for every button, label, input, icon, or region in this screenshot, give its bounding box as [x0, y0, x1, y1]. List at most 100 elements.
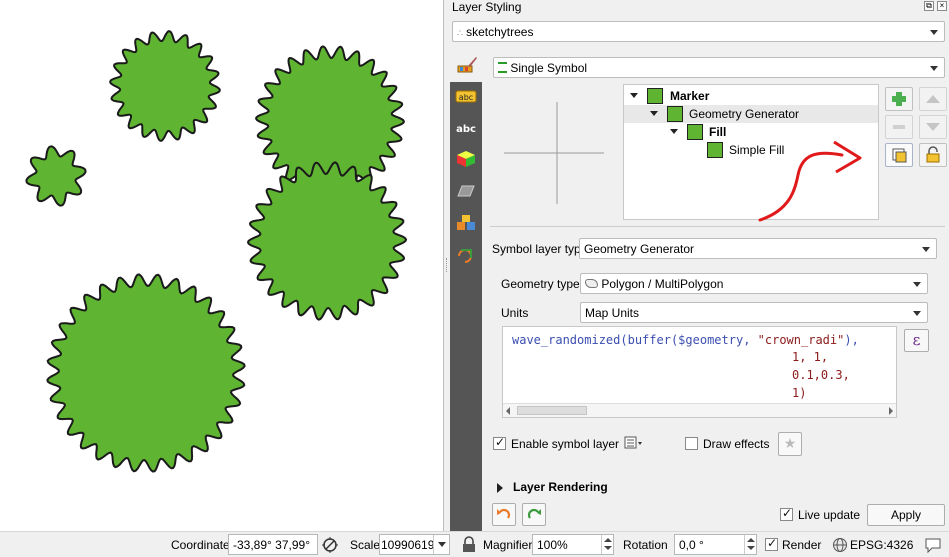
collapse-arrow-icon[interactable]	[497, 483, 503, 493]
redo-button[interactable]	[522, 503, 546, 526]
draw-effects-label: Draw effects	[703, 437, 770, 451]
expression-line-3: 0.1,0.3,	[792, 368, 850, 382]
rotation-label: Rotation	[623, 538, 668, 552]
expression-line-2: 1, 1,	[792, 350, 829, 364]
live-update-checkbox[interactable]	[780, 506, 793, 521]
geometry-generator-swatch-icon	[667, 106, 683, 122]
history-icon[interactable]	[455, 246, 477, 264]
chevron-down-icon	[913, 282, 921, 287]
magnifier-spinbox[interactable]: 100%	[532, 534, 614, 555]
move-down-button[interactable]	[919, 115, 947, 139]
messages-icon[interactable]	[923, 536, 943, 554]
enable-symbol-layer-label: Enable symbol layer	[511, 437, 620, 451]
scroll-right-icon[interactable]	[889, 407, 893, 415]
geometry-type-label: Geometry type	[501, 277, 580, 291]
units-select[interactable]: Map Units	[580, 302, 928, 323]
expand-arrow-icon[interactable]	[630, 93, 638, 98]
diagrams-icon[interactable]	[455, 182, 477, 200]
arrow-up-icon	[926, 95, 940, 103]
scale-dropdown[interactable]	[433, 535, 449, 554]
horizontal-scrollbar[interactable]	[503, 403, 896, 417]
scrollbar-thumb[interactable]	[517, 406, 587, 415]
coordinate-field[interactable]: -33,89° 37,99°	[228, 534, 318, 555]
draw-effects-checkbox[interactable]	[685, 437, 698, 450]
apply-button[interactable]: Apply	[867, 504, 945, 526]
symbol-layer-type-value: Geometry Generator	[584, 242, 695, 256]
expression-line-4: 1)	[792, 386, 807, 400]
scroll-left-icon[interactable]	[506, 407, 510, 415]
geometry-type-select[interactable]: Polygon / MultiPolygon	[580, 273, 928, 294]
layer-select[interactable]: ∴ sketchytrees	[452, 21, 945, 42]
expression-line-1: wave_randomized(buffer($geometry, "crown…	[512, 333, 859, 347]
units-label: Units	[501, 306, 529, 320]
star-icon: ★	[783, 435, 797, 451]
globe-icon[interactable]	[832, 537, 848, 553]
lock-scale-icon[interactable]	[461, 536, 477, 554]
layer-rendering-header[interactable]: Layer Rendering	[513, 480, 608, 494]
coordinate-value: -33,89° 37,99°	[233, 538, 310, 552]
tree-label-marker: Marker	[670, 89, 710, 103]
svg-text:abc: abc	[456, 124, 476, 135]
layer-order-icon[interactable]	[455, 214, 477, 232]
units-value: Map Units	[585, 306, 640, 320]
labels-icon[interactable]: abc	[455, 88, 477, 106]
symbol-preview	[504, 102, 604, 204]
scale-label: Scale	[350, 538, 381, 552]
rotation-spin-icon[interactable]	[744, 535, 756, 554]
expression-builder-button[interactable]: ε	[904, 329, 929, 352]
single-symbol-icon	[498, 62, 507, 73]
dock-title: Layer Styling	[452, 0, 522, 14]
scale-value: 10990619	[381, 538, 435, 552]
layer-styling-dock: Layer Styling ⧉ × ∴ sketchytrees Single …	[450, 0, 949, 531]
symbol-layer-type-select[interactable]: Geometry Generator	[579, 238, 937, 259]
data-defined-override-icon[interactable]	[622, 434, 644, 452]
magnifier-label: Magnifier	[483, 538, 533, 552]
magnifier-value: 100%	[537, 538, 568, 552]
map-svg	[25, 30, 408, 473]
geometry-type-value: Polygon / MultiPolygon	[585, 277, 723, 291]
expand-arrow-icon[interactable]	[670, 129, 678, 134]
toggle-extents-icon[interactable]	[321, 536, 339, 554]
move-up-button[interactable]	[919, 87, 947, 111]
renderer-select-value: Single Symbol	[498, 61, 587, 75]
duplicate-symbol-layer-button[interactable]	[885, 143, 913, 167]
tree-row-geometry-generator[interactable]: Geometry Generator	[624, 105, 878, 123]
paintbrush-icon[interactable]	[456, 54, 478, 76]
arrow-down-icon	[926, 123, 940, 131]
annotation-arrow	[758, 140, 862, 222]
epsilon-icon: ε	[912, 331, 921, 349]
duplicate-icon	[892, 148, 907, 163]
customize-effects-button[interactable]: ★	[778, 432, 802, 456]
render-checkbox[interactable]	[765, 536, 778, 551]
undo-icon	[497, 508, 511, 519]
undo-button[interactable]	[492, 503, 516, 526]
lock-color-button[interactable]	[919, 143, 947, 167]
add-symbol-layer-button[interactable]	[885, 87, 913, 111]
map-canvas[interactable]	[0, 0, 444, 531]
remove-symbol-layer-button[interactable]	[885, 115, 913, 139]
styling-tabs-strip: abc abc	[450, 82, 482, 531]
float-dock-icon[interactable]: ⧉	[924, 1, 934, 11]
render-label: Render	[782, 538, 822, 552]
3d-view-icon[interactable]	[455, 150, 477, 168]
chevron-down-icon	[922, 247, 930, 252]
rotation-spinbox[interactable]: 0,0 °	[674, 534, 757, 555]
renderer-select[interactable]: Single Symbol	[493, 57, 945, 78]
enable-symbol-layer-checkbox[interactable]	[493, 435, 506, 450]
coordinate-label: Coordinate	[171, 538, 230, 552]
tree-row-marker[interactable]: Marker	[624, 87, 878, 105]
expand-arrow-icon[interactable]	[650, 111, 658, 116]
fill-swatch-icon	[687, 124, 703, 140]
svg-text:abc: abc	[459, 93, 473, 102]
close-dock-icon[interactable]: ×	[937, 1, 947, 11]
live-update-label: Live update	[798, 508, 861, 522]
masks-icon[interactable]: abc	[455, 119, 477, 137]
separator	[490, 226, 945, 227]
scale-combo[interactable]: 10990619	[379, 534, 450, 555]
expression-editor[interactable]: wave_randomized(buffer($geometry, "crown…	[502, 326, 897, 418]
tree-crown-1	[109, 30, 221, 142]
polygon-icon	[585, 279, 598, 288]
crs-label[interactable]: EPSG:4326	[850, 538, 913, 552]
magnifier-spin-icon[interactable]	[601, 535, 613, 554]
tree-crown-5	[46, 273, 246, 473]
